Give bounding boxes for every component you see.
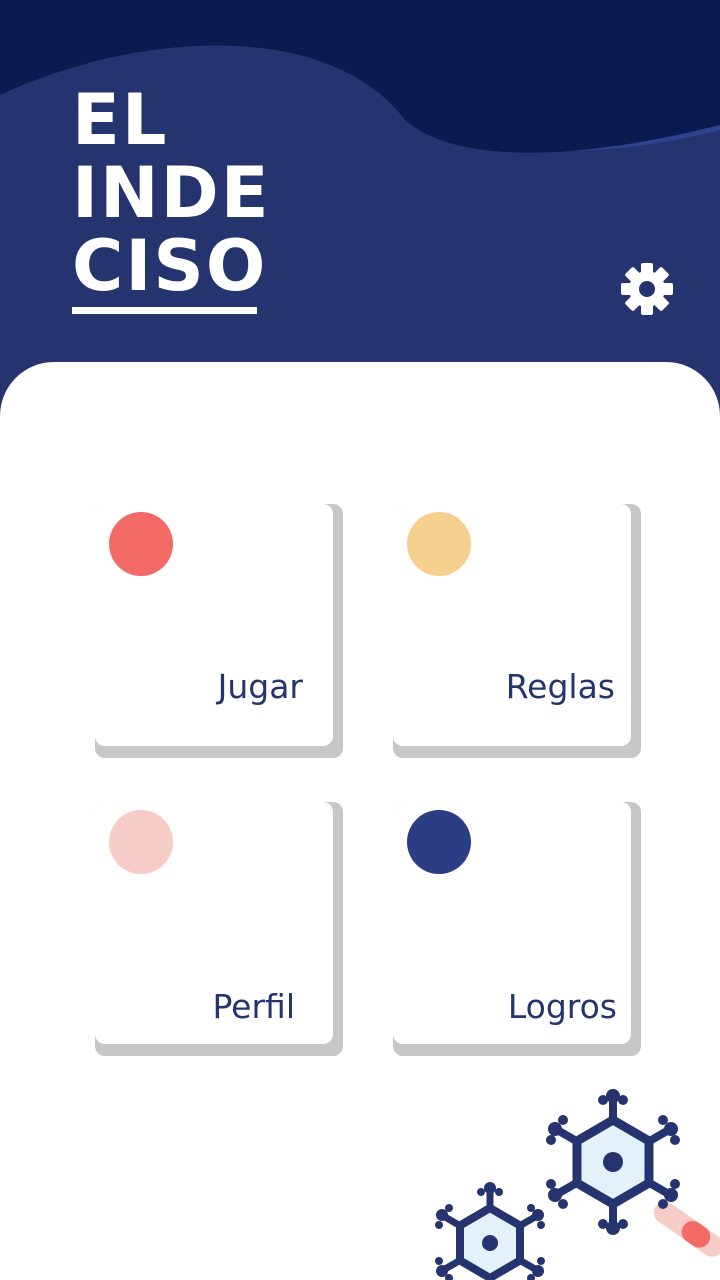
card-label: Logros: [507, 987, 617, 1026]
menu-card-reglas[interactable]: Reglas: [393, 504, 641, 758]
card-face: Perfil: [95, 802, 333, 1044]
menu-card-perfil[interactable]: Perfil: [95, 802, 343, 1056]
card-dot: [109, 810, 173, 874]
app-title-line: EL: [72, 79, 169, 161]
title-underline: [72, 307, 257, 314]
virus-cells-icon: [435, 1089, 720, 1280]
gear-icon: [621, 263, 673, 315]
card-face: Reglas: [393, 504, 631, 746]
card-dot: [109, 512, 173, 576]
card-face: Jugar: [95, 504, 333, 746]
app-title: EL INDE CISO: [72, 84, 271, 303]
app-title-line: INDE: [72, 152, 271, 234]
card-dot: [407, 512, 471, 576]
app-title-line: CISO: [72, 225, 268, 307]
card-label: Reglas: [505, 667, 615, 706]
settings-button[interactable]: [614, 256, 680, 322]
menu-card-logros[interactable]: Logros: [393, 802, 641, 1056]
card-face: Logros: [393, 802, 631, 1044]
card-label: Jugar: [217, 667, 303, 706]
menu-card-jugar[interactable]: Jugar: [95, 504, 343, 758]
card-dot: [407, 810, 471, 874]
card-label: Perfil: [212, 987, 295, 1026]
